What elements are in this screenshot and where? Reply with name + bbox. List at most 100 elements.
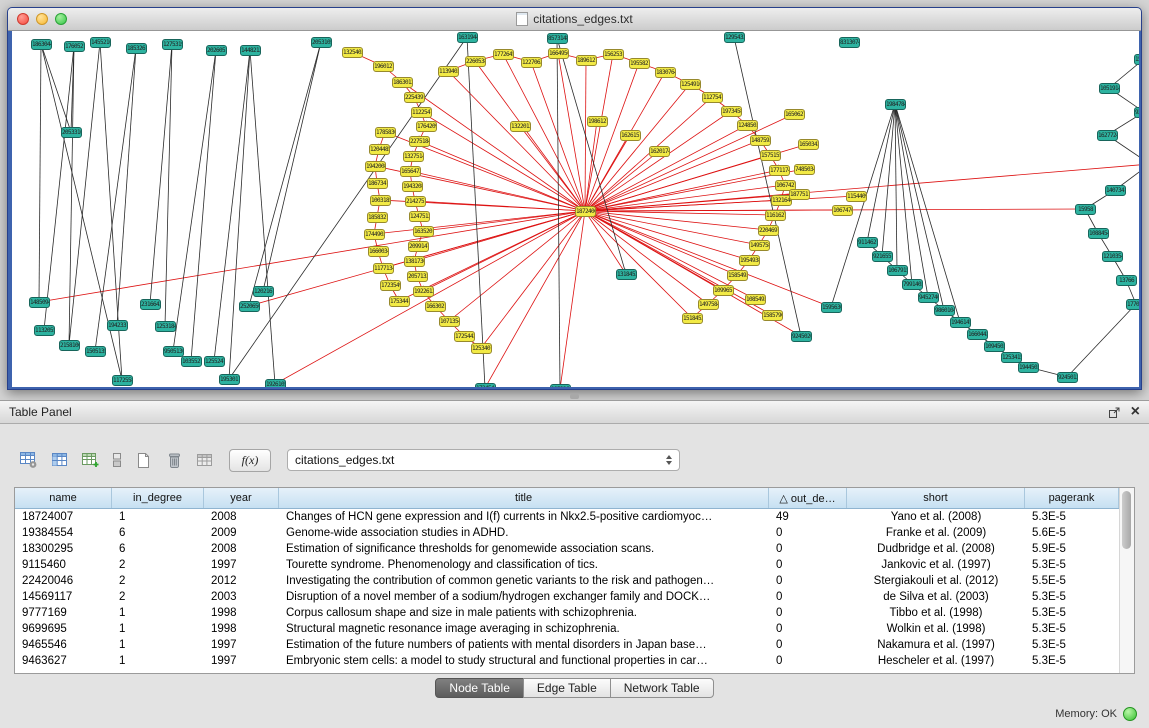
graph-node[interactable]: 1926105	[265, 379, 286, 387]
cell-name[interactable]: 9115460	[15, 557, 112, 573]
cell-out_degree[interactable]: 0	[769, 541, 847, 557]
graph-node[interactable]: 2026051	[206, 45, 227, 56]
cell-name[interactable]: 9463627	[15, 653, 112, 669]
graph-node[interactable]: 1322013	[510, 121, 531, 132]
tab-network-table[interactable]: Network Table	[610, 678, 714, 698]
graph-node[interactable]: 1139402	[438, 66, 459, 77]
graph-node[interactable]: 1986127	[587, 116, 608, 127]
graph-node[interactable]: 1853264	[550, 384, 571, 387]
minimize-window-button[interactable]	[36, 13, 48, 25]
graph-node[interactable]: 1626151	[620, 130, 641, 141]
cell-out_degree[interactable]: 0	[769, 637, 847, 653]
graph-node[interactable]: 1487593	[750, 135, 771, 146]
graph-node[interactable]: 1853261	[126, 43, 147, 54]
graph-node[interactable]: 1760521	[64, 41, 85, 52]
graph-node[interactable]: 1764209	[416, 121, 437, 132]
cell-title[interactable]: Structural magnetic resonance image aver…	[279, 621, 769, 637]
cell-out_degree[interactable]: 0	[769, 525, 847, 541]
graph-node[interactable]: 1575155	[760, 150, 781, 161]
graph-node[interactable]: 9216557	[872, 251, 893, 262]
function-builder-button[interactable]: f(x)	[229, 449, 271, 472]
graph-node[interactable]: 1094502	[984, 341, 1005, 352]
graph-node[interactable]: 1132055	[34, 325, 55, 336]
graph-node[interactable]: 1253184	[155, 321, 176, 332]
cell-in_degree[interactable]: 1	[112, 605, 204, 621]
cell-short[interactable]: Yano et al. (2008)	[847, 509, 1025, 525]
graph-node[interactable]: 1723549	[380, 280, 401, 291]
cell-year[interactable]: 2012	[204, 573, 279, 589]
graph-node[interactable]: 9860104	[934, 305, 955, 316]
graph-node[interactable]: 2099147	[408, 241, 429, 252]
graph-node[interactable]: 1253407	[471, 343, 492, 354]
row-selector-icon[interactable]	[109, 448, 125, 472]
cell-name[interactable]: 9465546	[15, 637, 112, 653]
cell-in_degree[interactable]: 1	[112, 637, 204, 653]
new-table-icon[interactable]	[130, 448, 156, 472]
cell-pagerank[interactable]: 5.3E-5	[1025, 621, 1119, 637]
graph-node[interactable]: 1161627	[765, 210, 786, 221]
cell-year[interactable]: 1998	[204, 605, 279, 621]
graph-node[interactable]: 1172558	[112, 375, 133, 386]
graph-node[interactable]: 1954938	[739, 255, 760, 266]
table-row[interactable]: 911546021997Tourette syndrome. Phenomeno…	[15, 557, 1134, 573]
graph-node[interactable]: 1753441	[389, 296, 410, 307]
graph-node[interactable]: 1867341	[367, 178, 388, 189]
import-table-icon[interactable]	[192, 448, 218, 472]
graph-node[interactable]: 1953017	[219, 374, 240, 385]
cell-year[interactable]: 1997	[204, 557, 279, 573]
graph-node[interactable]: 1067915	[887, 265, 908, 276]
cell-short[interactable]: Wolkin et al. (1998)	[847, 621, 1025, 637]
graph-node[interactable]: 8573148	[547, 33, 568, 44]
cell-pagerank[interactable]: 5.6E-5	[1025, 525, 1119, 541]
graph-node[interactable]: 1562531	[603, 49, 624, 60]
cell-year[interactable]: 1997	[204, 637, 279, 653]
graph-node[interactable]: 1858327	[367, 212, 388, 223]
graph-node[interactable]: 7991402	[902, 279, 923, 290]
cell-out_degree[interactable]: 0	[769, 589, 847, 605]
graph-node[interactable]: 1275319	[162, 39, 183, 50]
delete-table-icon[interactable]	[161, 448, 187, 472]
graph-node[interactable]: 1770554	[1126, 299, 1139, 310]
graph-node[interactable]: 1067476	[832, 205, 853, 216]
cell-short[interactable]: Tibbo et al. (1998)	[847, 605, 1025, 621]
cell-title[interactable]: Estimation of significance thresholds fo…	[279, 541, 769, 557]
cell-in_degree[interactable]: 2	[112, 589, 204, 605]
cell-year[interactable]: 1998	[204, 621, 279, 637]
cell-pagerank[interactable]: 5.3E-5	[1025, 637, 1119, 653]
cell-short[interactable]: Jankovic et al. (1997)	[847, 557, 1025, 573]
graph-node[interactable]: 9505130	[163, 346, 184, 357]
graph-node[interactable]: 1325403	[342, 47, 363, 58]
cell-title[interactable]: Disruption of a novel member of a sodium…	[279, 589, 769, 605]
graph-node[interactable]: 1495758	[749, 240, 770, 251]
table-row[interactable]: 977716911998Corpus callosum shape and si…	[15, 605, 1134, 621]
close-panel-icon[interactable]: ×	[1131, 405, 1140, 419]
cell-name[interactable]: 9777169	[15, 605, 112, 621]
splitter-handle[interactable]	[570, 394, 579, 399]
graph-node[interactable]: 1620174	[649, 146, 670, 157]
graph-node[interactable]: 1154409	[846, 191, 867, 202]
cell-year[interactable]: 2003	[204, 589, 279, 605]
graph-node[interactable]: 2057133	[407, 271, 428, 282]
graph-node[interactable]: 1407341	[1105, 185, 1126, 196]
close-window-button[interactable]	[17, 13, 29, 25]
graph-node[interactable]: 1247512	[409, 211, 430, 222]
graph-node[interactable]: 1772645	[493, 49, 514, 60]
cell-pagerank[interactable]: 5.3E-5	[1025, 509, 1119, 525]
cell-title[interactable]: Changes of HCN gene expression and I(f) …	[279, 509, 769, 525]
graph-node[interactable]: 2158106	[59, 340, 80, 351]
graph-node[interactable]: 1204485	[369, 144, 390, 155]
cell-title[interactable]: Genome-wide association studies in ADHD.	[279, 525, 769, 541]
cell-in_degree[interactable]: 6	[112, 541, 204, 557]
graph-node[interactable]: 1295433	[724, 32, 745, 43]
cell-year[interactable]: 1997	[204, 653, 279, 669]
graph-node[interactable]: 1877511	[789, 189, 810, 200]
graph-node[interactable]: 1627724	[1097, 130, 1118, 141]
table-row[interactable]: 946554611997Estimation of the future num…	[15, 637, 1134, 653]
cell-in_degree[interactable]: 6	[112, 525, 204, 541]
cell-title[interactable]: Investigating the contribution of common…	[279, 573, 769, 589]
graph-node[interactable]: 1984784	[885, 99, 906, 110]
graph-node[interactable]: 1554808	[1134, 54, 1139, 65]
table-row[interactable]: 1872400712008Changes of HCN gene express…	[15, 509, 1134, 525]
graph-node[interactable]: 1497584	[698, 299, 719, 310]
graph-node[interactable]: 1003185	[370, 195, 391, 206]
